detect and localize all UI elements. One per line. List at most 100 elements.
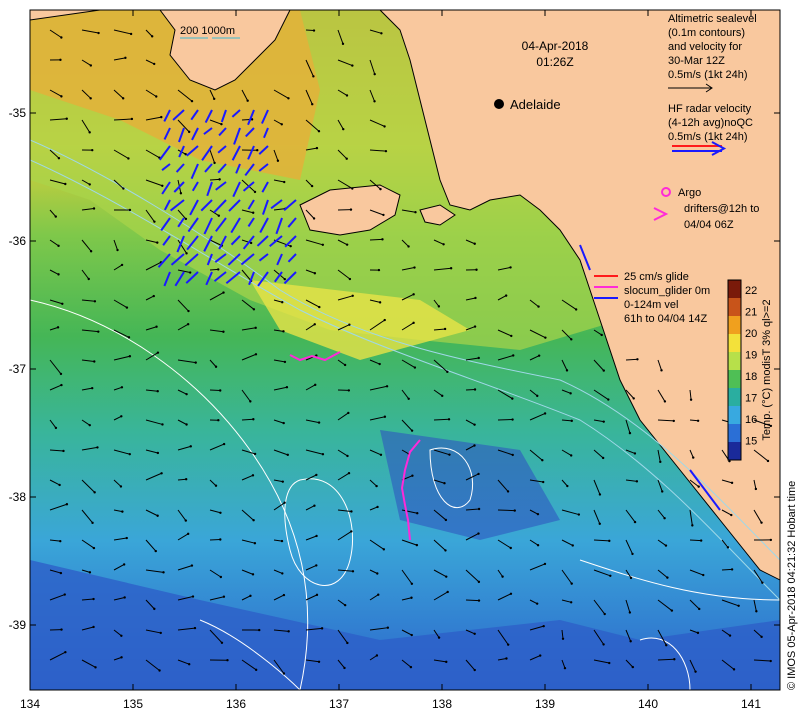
colorbar-segment: [728, 316, 741, 335]
velocity-arrowhead: [184, 478, 188, 481]
velocity-arrowhead: [321, 453, 325, 456]
velocity-arrowhead: [663, 400, 667, 403]
velocity-arrowhead: [218, 178, 221, 181]
velocity-arrowhead: [512, 354, 515, 357]
velocity-arrowhead: [317, 129, 321, 133]
velocity-arrowhead: [609, 574, 612, 577]
velocity-arrowhead: [93, 300, 97, 303]
velocity-arrowhead: [120, 263, 124, 267]
velocity-arrowhead: [276, 159, 280, 162]
velocity-arrowhead: [280, 123, 283, 126]
velocity-arrowhead: [473, 242, 476, 245]
colorbar-segment: [728, 298, 741, 317]
velocity-arrowhead: [281, 480, 284, 483]
velocity-arrowhead: [58, 483, 61, 487]
velocity-arrowhead: [317, 421, 321, 424]
velocity-arrowhead: [222, 595, 226, 598]
velocity-arrowhead: [57, 273, 60, 276]
velocity-arrowhead: [253, 452, 257, 456]
velocity-arrowhead: [346, 454, 349, 458]
velocity-arrowhead: [769, 659, 772, 663]
velocity-arrowhead: [603, 612, 606, 616]
velocity-arrowhead: [88, 183, 91, 186]
velocity-arrowhead: [347, 471, 351, 475]
velocity-arrowhead: [64, 650, 67, 654]
velocity-arrowhead: [416, 512, 419, 515]
velocity-arrowhead: [92, 207, 96, 210]
date-label: 04-Apr-2018: [522, 39, 589, 53]
velocity-arrowhead: [251, 573, 255, 576]
colorbar-segment: [728, 424, 741, 443]
velocity-arrowhead: [88, 571, 92, 574]
velocity-arrowhead: [120, 415, 123, 418]
velocity-arrowhead: [91, 148, 94, 152]
velocity-arrowhead: [219, 538, 222, 541]
velocity-arrowhead: [473, 388, 477, 391]
velocity-arrowhead: [378, 301, 382, 304]
legend-argo-label: Argo: [678, 187, 701, 199]
velocity-arrowhead: [184, 519, 188, 522]
city-label: Adelaide: [510, 97, 561, 112]
velocity-arrowhead: [379, 453, 383, 457]
velocity-arrowhead: [414, 211, 417, 214]
velocity-arrowhead: [97, 31, 100, 35]
velocity-arrowhead: [160, 115, 163, 119]
velocity-arrowhead: [249, 594, 252, 598]
velocity-arrow: [625, 358, 638, 361]
velocity-arrowhead: [280, 539, 284, 543]
velocity-arrowhead: [251, 211, 255, 214]
velocity-arrowhead: [373, 72, 376, 76]
velocity-arrowhead: [125, 306, 129, 309]
velocity-arrowhead: [63, 593, 66, 596]
velocity-arrow: [721, 568, 733, 571]
velocity-arrowhead: [541, 480, 545, 484]
velocity-arrowhead: [602, 420, 605, 423]
velocity-arrowhead: [213, 161, 216, 165]
velocity-arrowhead: [659, 460, 662, 464]
velocity-arrowhead: [185, 252, 188, 255]
velocity-arrowhead: [536, 544, 540, 547]
colorbar-segment: [728, 442, 741, 461]
velocity-arrowhead: [116, 248, 119, 252]
velocity-arrowhead: [315, 473, 318, 477]
velocity-arrowhead: [447, 418, 451, 421]
velocity-arrowhead: [188, 271, 192, 274]
velocity-arrowhead: [760, 521, 763, 524]
velocity-arrowhead: [281, 301, 284, 304]
velocity-arrowhead: [375, 654, 379, 657]
velocity-arrowhead: [698, 607, 701, 611]
velocity-arrowhead: [155, 95, 158, 98]
velocity-arrowhead: [343, 603, 347, 607]
velocity-arrowhead: [120, 634, 123, 637]
velocity-arrowhead: [537, 354, 541, 357]
velocity-arrowhead: [282, 330, 285, 333]
velocity-arrowhead: [54, 215, 57, 218]
velocity-arrow: [369, 238, 383, 241]
velocity-arrowhead: [629, 640, 632, 643]
velocity-arrowhead: [65, 117, 68, 120]
velocity-arrowhead: [343, 363, 347, 367]
velocity-arrowhead: [59, 372, 63, 376]
velocity-arrowhead: [347, 411, 350, 415]
velocity-arrowhead: [565, 369, 569, 372]
velocity-arrowhead: [473, 632, 476, 635]
velocity-arrowhead: [285, 386, 289, 389]
colorbar-tick-label: 16: [745, 414, 757, 426]
velocity-arrowhead: [59, 58, 62, 62]
velocity-arrowhead: [409, 665, 413, 669]
velocity-arrowhead: [386, 626, 390, 629]
velocity-arrowhead: [124, 56, 127, 60]
velocity-arrowhead: [628, 611, 632, 614]
velocity-arrowhead: [377, 593, 380, 596]
velocity-arrowhead: [384, 149, 388, 153]
velocity-arrowhead: [730, 568, 734, 571]
velocity-arrowhead: [153, 62, 156, 66]
velocity-arrowhead: [122, 187, 125, 190]
velocity-arrowhead: [91, 386, 94, 390]
velocity-arrowhead: [60, 628, 63, 631]
velocity-arrowhead: [282, 593, 286, 597]
velocity-arrowhead: [377, 268, 381, 272]
velocity-arrowhead: [381, 238, 384, 241]
velocity-arrowhead: [351, 294, 354, 298]
lat-tick-label: -39: [9, 618, 27, 632]
